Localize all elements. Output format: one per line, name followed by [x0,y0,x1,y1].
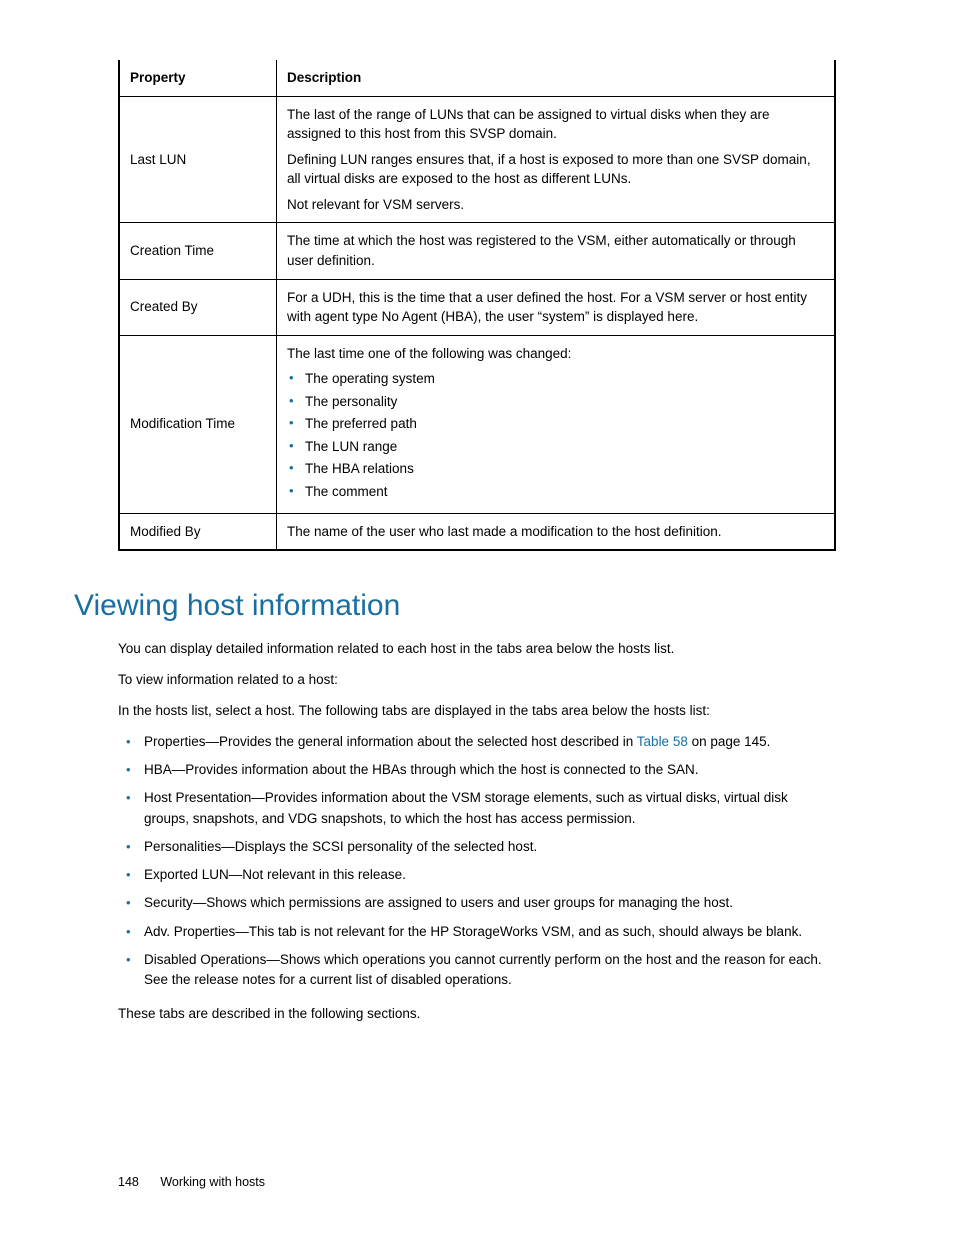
prop-desc: For a UDH, this is the time that a user … [277,279,835,335]
desc-paragraph: The time at which the host was registere… [287,231,824,270]
list-item: Adv. Properties—This tab is not relevant… [118,922,836,942]
list-item: Personalities—Displays the SCSI personal… [118,837,836,857]
list-item: The operating system [287,369,824,389]
desc-paragraph: For a UDH, this is the time that a user … [287,288,824,327]
prop-desc: The last of the range of LUNs that can b… [277,96,835,223]
body-paragraph: To view information related to a host: [118,670,836,691]
header-property: Property [119,60,277,96]
list-item: Properties—Provides the general informat… [118,732,836,752]
page-number: 148 [118,1175,139,1189]
prop-name: Modification Time [119,335,277,513]
document-page: Property Description Last LUN The last o… [0,0,954,1235]
desc-lead: The last time one of the following was c… [287,344,824,364]
section-heading: Viewing host information [74,589,836,623]
table-row: Created By For a UDH, this is the time t… [119,279,835,335]
prop-desc: The name of the user who last made a mod… [277,513,835,550]
list-item: The preferred path [287,414,824,434]
prop-desc: The time at which the host was registere… [277,223,835,279]
table-row: Modification Time The last time one of t… [119,335,835,513]
desc-paragraph: The name of the user who last made a mod… [287,522,824,542]
list-item: Host Presentation—Provides information a… [118,788,836,829]
desc-paragraph: The last of the range of LUNs that can b… [287,105,824,144]
list-text-post: on page 145. [688,734,771,749]
body-paragraph: In the hosts list, select a host. The fo… [118,701,836,722]
list-item: Exported LUN—Not relevant in this releas… [118,865,836,885]
desc-paragraph: Not relevant for VSM servers. [287,195,824,215]
tabs-list: Properties—Provides the general informat… [118,732,836,991]
list-text-pre: Properties—Provides the general informat… [144,734,637,749]
body-paragraph: You can display detailed information rel… [118,639,836,660]
footer-title: Working with hosts [160,1175,265,1189]
list-item: The HBA relations [287,459,824,479]
desc-list: The operating system The personality The… [287,369,824,501]
table-link[interactable]: Table 58 [637,734,688,749]
prop-name: Created By [119,279,277,335]
prop-name: Modified By [119,513,277,550]
page-footer: 148 Working with hosts [118,1175,265,1189]
properties-table: Property Description Last LUN The last o… [118,60,836,551]
body-paragraph: These tabs are described in the followin… [118,1004,836,1025]
list-item: The personality [287,392,824,412]
prop-name: Last LUN [119,96,277,223]
table-row: Creation Time The time at which the host… [119,223,835,279]
table-header-row: Property Description [119,60,835,96]
table-row: Modified By The name of the user who las… [119,513,835,550]
list-item: Disabled Operations—Shows which operatio… [118,950,836,991]
header-description: Description [277,60,835,96]
list-item: The LUN range [287,437,824,457]
list-item: HBA—Provides information about the HBAs … [118,760,836,780]
prop-name: Creation Time [119,223,277,279]
table-row: Last LUN The last of the range of LUNs t… [119,96,835,223]
list-item: Security—Shows which permissions are ass… [118,893,836,913]
desc-paragraph: Defining LUN ranges ensures that, if a h… [287,150,824,189]
prop-desc: The last time one of the following was c… [277,335,835,513]
list-item: The comment [287,482,824,502]
